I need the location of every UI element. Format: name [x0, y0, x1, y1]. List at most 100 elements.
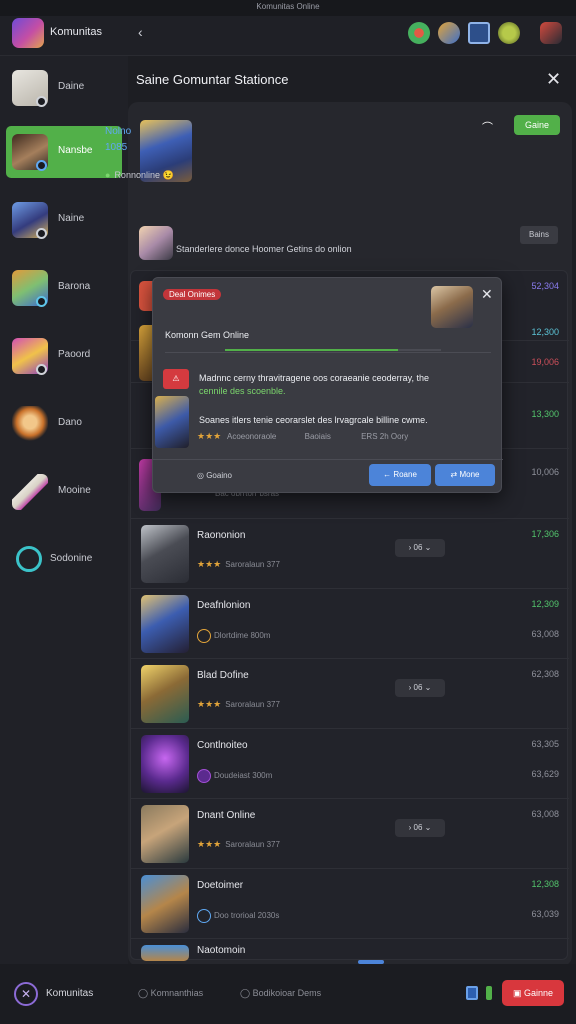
coin-icon [197, 629, 211, 643]
row-score: 52,304 [531, 281, 559, 291]
list-item[interactable]: Dnant Online ★★★ Saroralaun 377 › 06 ⌄ 63… [131, 799, 569, 869]
chat-icon[interactable] [466, 986, 478, 1000]
description-button[interactable]: Bains [520, 226, 558, 244]
avatar [141, 595, 189, 653]
dialog-meta-1: Acoeonoraole [227, 432, 277, 441]
row-meta: Doo trorioal 2030s [197, 909, 279, 923]
badge-icon [36, 364, 47, 375]
headset-icon[interactable]: ⌒ [482, 119, 493, 135]
row-pill-value: 06 [413, 683, 423, 692]
divider [153, 459, 503, 460]
row-name: Doetoimer [197, 880, 244, 891]
status-icon[interactable] [498, 22, 520, 44]
dialog-text-highlight: cennile des scoenble. [199, 386, 286, 396]
sidebar-item-label: Naine [58, 213, 85, 224]
dialog-title: Komonn Gem Online [165, 330, 250, 340]
list-item[interactable]: Contlnoiteo Doudeiast 300m 63,305 63,629 [131, 729, 569, 799]
row-score: 12,300 [531, 327, 559, 337]
row-score: 62,308 [531, 669, 559, 679]
hero-emoji: 😉 [162, 170, 174, 180]
row-score-secondary: 63,039 [531, 909, 559, 919]
sidebar-item-daine[interactable]: Daine [6, 62, 122, 114]
list-item[interactable]: Blad Dofine ★★★ Saroralaun 377 › 06 ⌄ 62,… [131, 659, 569, 729]
user-avatar[interactable] [540, 22, 562, 44]
avatar [141, 945, 189, 961]
row-meta: ★★★ Saroralaun 377 [197, 699, 280, 710]
row-pill[interactable]: › 06 ⌄ [395, 819, 445, 837]
sidebar-item-label: Mooine [58, 485, 91, 496]
sidebar-item-barona[interactable]: Barona [6, 262, 122, 314]
grid-icon[interactable] [468, 22, 490, 44]
row-pill[interactable]: › 06 ⌄ [395, 539, 445, 557]
dialog-tag: Deal Onimes [163, 289, 222, 300]
row-subtitle: Saroralaun 377 [225, 700, 280, 709]
sidebar-item-dano[interactable]: Dano [6, 398, 122, 450]
sidebar-item-paoord[interactable]: Paoord [6, 330, 122, 382]
row-subtitle: Doudeiast 300m [214, 771, 273, 781]
row-score: 63,305 [531, 739, 559, 749]
dialog-thumbnail [155, 396, 189, 448]
list-item[interactable]: Raononion ★★★ Saroralaun 377 › 06 ⌄ 17,30… [131, 519, 569, 589]
sidebar-item-label: Barona [58, 281, 91, 292]
row-score-secondary: 63,008 [531, 629, 559, 639]
row-pill[interactable]: › 06 ⌄ [395, 679, 445, 697]
dialog-primary-button[interactable]: ⇄ Mone [435, 464, 495, 486]
row-meta: Dlortdime 800m [197, 629, 270, 643]
hex-icon [197, 769, 211, 783]
hero-action-button[interactable]: Gaine [514, 115, 560, 135]
divider [165, 352, 491, 353]
hero-subtitle: 1085 [105, 142, 128, 153]
app-name: Komunitas [50, 26, 102, 38]
dialog-close-icon[interactable]: ✕ [481, 286, 493, 303]
sidebar-footer: ✕ Komunitas [0, 964, 128, 1024]
sidebar-item-naine[interactable]: Naine [6, 194, 122, 246]
footer-action-button[interactable]: ▣ Gainne [502, 980, 564, 1006]
globe-icon [197, 909, 211, 923]
list-item[interactable]: Doetoimer Doo trorioal 2030s 12,308 63,0… [131, 869, 569, 939]
footer-link-1-label: Komnanthias [150, 988, 204, 998]
row-score-secondary: 63,629 [531, 769, 559, 779]
list-item[interactable]: Deafnlonion Dlortdime 800m 12,309 63,008 [131, 589, 569, 659]
footer-action-label: Gainne [523, 988, 554, 998]
profile-avatar-icon[interactable] [438, 22, 460, 44]
panel-title: Saine Gomuntar Stationce [136, 72, 289, 87]
progress-fill [225, 349, 398, 351]
warning-icon: ⚠ [163, 369, 189, 389]
badge-icon [36, 96, 47, 107]
dialog-secondary-button[interactable]: ← Roane [369, 464, 431, 486]
sidebar-footer-label: Komunitas [46, 988, 94, 999]
row-name: Raononion [197, 530, 246, 541]
dialog-meta: ★★★ Acoeonoraole Baoiais ERS 2h Oory [197, 431, 408, 442]
footer-link-1[interactable]: ◯ Komnanthias [138, 988, 203, 999]
sidebar-item-label: Sodonine [50, 553, 93, 564]
sidebar-item-label: Paoord [58, 349, 91, 360]
close-icon[interactable]: ✕ [546, 70, 561, 88]
avatar [141, 805, 189, 863]
dialog-avatar [431, 286, 473, 328]
dialog-text-secondary: Soanes itlers tenie ceorarslet des lrvag… [199, 415, 428, 425]
row-name: Naotomoin [197, 945, 246, 956]
bottom-bar: ◯ Komnanthias ◯ Bodikoioar Dems ▣ Gainne [128, 964, 576, 1024]
row-score: 10,006 [531, 467, 559, 477]
dialog-secondary-label: Roane [393, 470, 417, 479]
hero-name: Nolno [105, 126, 132, 137]
sidebar-item-mooine[interactable]: Mooine [6, 466, 122, 518]
row-score: 12,309 [531, 599, 559, 609]
sidebar-item-label: Nansbe [58, 145, 93, 156]
row-subtitle: Saroralaun 377 [225, 560, 280, 569]
status-icon [486, 986, 492, 1000]
community-icon[interactable]: ✕ [14, 982, 38, 1006]
row-name: Dnant Online [197, 810, 256, 821]
row-meta: ★★★ Saroralaun 377 [197, 559, 280, 570]
badge-icon [36, 160, 47, 171]
hero-status-text: Ronnonline [114, 170, 160, 180]
sidebar-item-sodonine[interactable]: Sodonine [6, 534, 122, 586]
notification-icon[interactable] [408, 22, 430, 44]
dialog-text: Madnnc cerny thravitragene oos coraeanie… [199, 373, 429, 383]
rating-stars: ★★★ [197, 839, 222, 849]
footer-link-2[interactable]: ◯ Bodikoioar Dems [240, 988, 321, 999]
back-chevron-icon[interactable]: ‹ [138, 24, 152, 40]
list-item[interactable]: Naotomoin [131, 939, 569, 961]
rating-stars: ★★★ [197, 431, 222, 441]
row-subtitle: Saroralaun 377 [225, 840, 280, 849]
